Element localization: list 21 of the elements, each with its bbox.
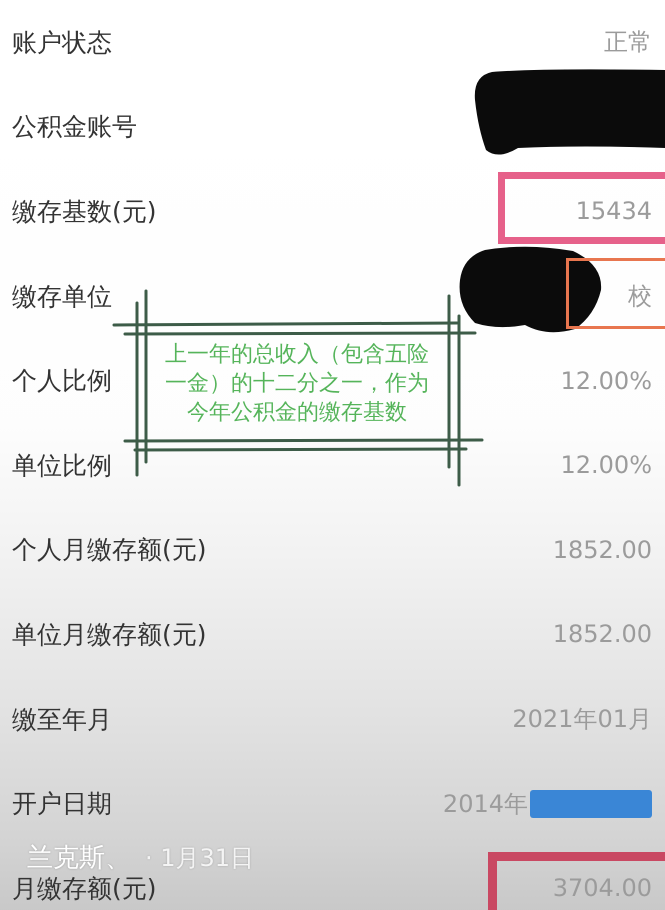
field-value: 2014年 bbox=[442, 788, 528, 820]
field-label: 单位比例 bbox=[12, 450, 112, 482]
field-value: 12.00% bbox=[560, 366, 652, 395]
field-value: 15434 bbox=[576, 197, 652, 226]
field-label: 公积金账号 bbox=[12, 111, 137, 144]
field-label: 缴至年月 bbox=[12, 704, 112, 736]
field-label: 缴存单位 bbox=[12, 280, 112, 313]
field-label: 月缴存额(元) bbox=[12, 872, 157, 905]
field-label: 账户状态 bbox=[12, 26, 112, 59]
field-value: 校 bbox=[628, 281, 652, 312]
field-label: 开户日期 bbox=[12, 788, 112, 820]
field-label: 个人比例 bbox=[12, 365, 112, 398]
field-label: 个人月缴存额(元) bbox=[12, 534, 207, 566]
field-value: 1852.00 bbox=[552, 620, 652, 648]
field-value: 正常 bbox=[604, 27, 652, 58]
annotation-text: 上一年的总收入（包含五险一金）的十二分之一，作为今年公积金的缴存基数 bbox=[164, 341, 430, 427]
field-label: 单位月缴存额(元) bbox=[12, 618, 207, 651]
field-value: 12.00% bbox=[560, 451, 652, 480]
field-value: 1852.00 bbox=[552, 536, 652, 564]
field-label: 缴存基数(元) bbox=[12, 196, 157, 228]
field-value: 2021年01月 bbox=[512, 704, 652, 736]
